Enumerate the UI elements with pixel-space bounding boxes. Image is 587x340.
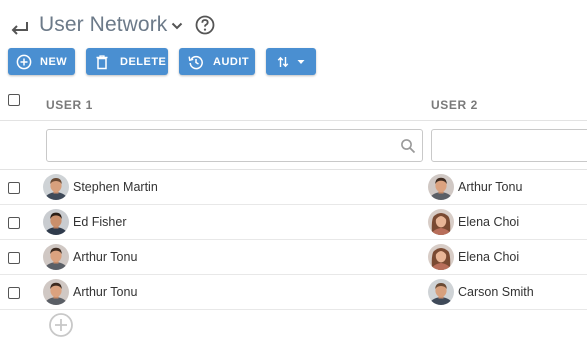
column-header-user2[interactable]: USER 2	[431, 98, 478, 112]
chevron-down-icon[interactable]	[170, 19, 184, 33]
user2-cell[interactable]: Elena Choi	[428, 209, 519, 235]
user2-cell[interactable]: Elena Choi	[428, 244, 519, 270]
new-button-label: NEW	[40, 55, 68, 68]
sort-arrows-icon	[277, 56, 289, 67]
user2-filter-input[interactable]	[431, 129, 587, 162]
row-checkbox[interactable]	[8, 287, 20, 299]
user-name: Elena Choi	[458, 250, 520, 264]
user2-cell[interactable]: Arthur Tonu	[428, 174, 522, 200]
back-arrow-icon[interactable]	[8, 17, 30, 39]
audit-button[interactable]: AUDIT	[179, 48, 255, 75]
table-row[interactable]: Ed Fisher Elena Choi	[0, 205, 587, 240]
table-row[interactable]: Arthur Tonu Carson Smith	[0, 275, 587, 310]
user-name: Ed Fisher	[73, 215, 127, 229]
user1-cell[interactable]: Arthur Tonu	[43, 279, 137, 305]
user-name: Arthur Tonu	[458, 180, 523, 194]
column-header-user1[interactable]: USER 1	[46, 98, 93, 112]
table-row[interactable]: Arthur Tonu Elena Choi	[0, 240, 587, 275]
user1-filter-input[interactable]	[46, 129, 423, 162]
add-circle-icon	[16, 54, 32, 69]
select-all-checkbox[interactable]	[8, 94, 20, 106]
caret-down-icon	[297, 59, 305, 64]
filter-row	[0, 121, 587, 170]
new-button[interactable]: NEW	[8, 48, 75, 75]
delete-button[interactable]: DELETE	[86, 48, 168, 75]
history-icon	[188, 55, 203, 69]
row-checkbox[interactable]	[8, 217, 20, 229]
avatar	[43, 209, 69, 235]
toolbar: NEW DELETE AUDIT	[8, 48, 327, 75]
user-name: Arthur Tonu	[73, 285, 138, 299]
avatar	[428, 209, 454, 235]
page-title: User Network	[39, 13, 168, 36]
avatar	[428, 244, 454, 270]
user-name: Elena Choi	[458, 215, 520, 229]
avatar	[43, 174, 69, 200]
user1-cell[interactable]: Arthur Tonu	[43, 244, 137, 270]
delete-button-label: DELETE	[120, 55, 167, 68]
search-icon	[401, 139, 416, 154]
user-name: Stephen Martin	[73, 180, 158, 194]
audit-button-label: AUDIT	[213, 55, 250, 68]
trash-icon	[96, 54, 108, 69]
table-row[interactable]: Stephen Martin Arthur Tonu	[0, 170, 587, 205]
row-checkbox[interactable]	[8, 252, 20, 264]
avatar	[43, 279, 69, 305]
sort-menu-button[interactable]	[266, 48, 316, 75]
help-icon[interactable]	[194, 14, 216, 36]
avatar	[428, 174, 454, 200]
user1-cell[interactable]: Stephen Martin	[43, 174, 158, 200]
grid-header-row: USER 1 USER 2	[0, 86, 587, 121]
user-network-grid: USER 1 USER 2 Stephen Martin Arthur Tonu…	[0, 86, 587, 310]
user2-cell[interactable]: Carson Smith	[428, 279, 534, 305]
avatar	[43, 244, 69, 270]
add-row-icon[interactable]	[48, 312, 74, 338]
avatar	[428, 279, 454, 305]
user-name: Carson Smith	[458, 285, 534, 299]
page-header: User Network	[8, 10, 216, 40]
user-name: Arthur Tonu	[73, 250, 138, 264]
user1-cell[interactable]: Ed Fisher	[43, 209, 127, 235]
row-checkbox[interactable]	[8, 182, 20, 194]
